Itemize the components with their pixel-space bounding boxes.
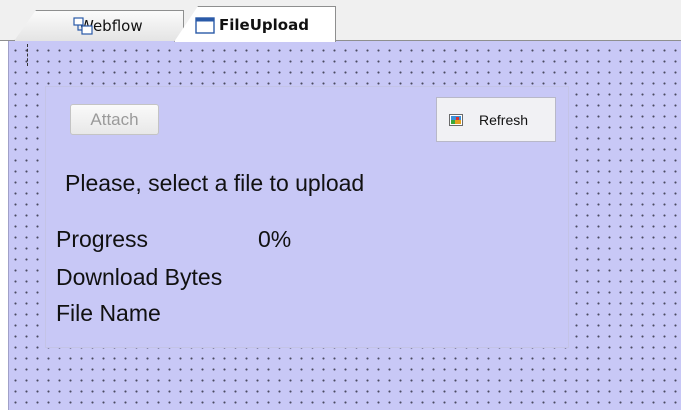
attach-button[interactable]: Attach (70, 104, 159, 135)
form-window-icon (195, 17, 215, 34)
tab-webflow[interactable]: Webflow (14, 10, 184, 41)
download-bytes-label: Download Bytes (56, 264, 223, 290)
tab-fileupload-label: FileUpload (219, 15, 309, 34)
refresh-image-icon (449, 113, 463, 126)
insertion-cursor (27, 44, 29, 66)
refresh-button-label: Refresh (479, 111, 529, 128)
attach-button-label: Attach (90, 109, 139, 129)
upload-instruction-label: Please, select a file to upload (65, 170, 365, 196)
tab-strip: Webflow FileUpload (0, 0, 681, 42)
progress-value: 0% (258, 226, 292, 252)
file-name-label: File Name (56, 300, 161, 326)
workflow-icon (73, 17, 93, 35)
refresh-button[interactable]: Refresh (436, 97, 556, 142)
tab-fileupload[interactable]: FileUpload (174, 6, 336, 42)
progress-label: Progress (56, 226, 149, 252)
